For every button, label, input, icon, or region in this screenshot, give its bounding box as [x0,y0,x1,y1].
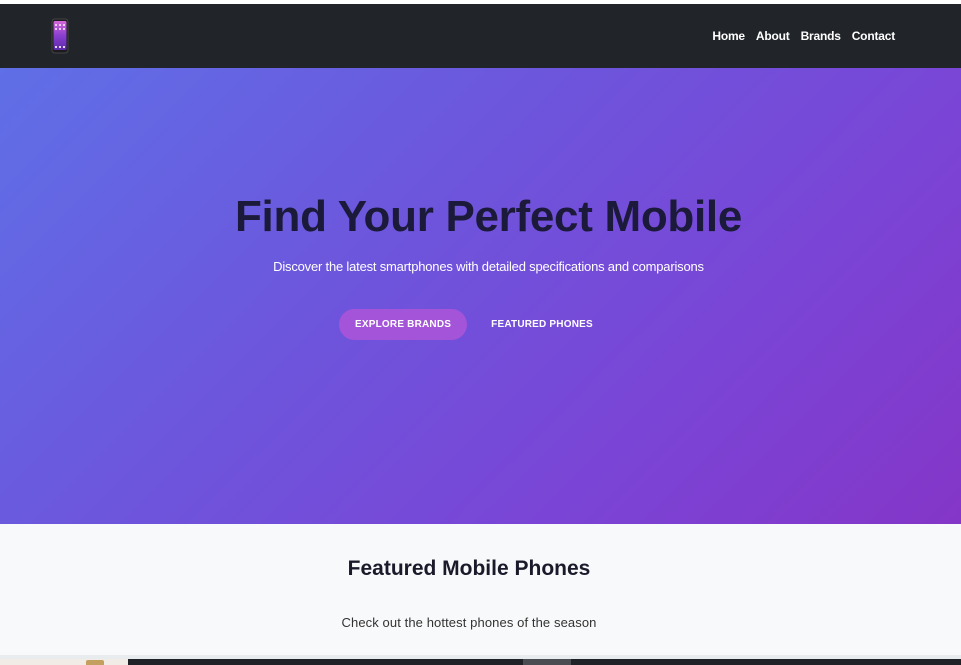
hero-subtitle: Discover the latest smartphones with det… [273,259,704,274]
nav-link-about[interactable]: About [756,29,790,43]
hero-title: Find Your Perfect Mobile [234,192,742,241]
hero-actions: EXPLORE BRANDS FEATURED PHONES [339,309,593,340]
navbar: Home About Brands Contact [0,4,961,68]
featured-section: Featured Mobile Phones Check out the hot… [0,524,961,655]
featured-phones-button[interactable]: FEATURED PHONES [467,309,593,340]
nav-link-contact[interactable]: Contact [852,29,895,43]
phone-logo-icon[interactable] [51,18,69,54]
nav-link-home[interactable]: Home [712,29,745,43]
explore-brands-button[interactable]: EXPLORE BRANDS [339,309,468,340]
nav-links: Home About Brands Contact [712,29,895,43]
phone-image-icon [86,660,104,665]
phone-card-image[interactable] [523,659,571,665]
phone-card-image[interactable] [0,659,128,665]
hero-section: Find Your Perfect Mobile Discover the la… [0,68,961,524]
featured-title: Featured Mobile Phones [347,557,591,580]
phone-card-image[interactable] [571,659,961,665]
featured-subtitle: Check out the hottest phones of the seas… [341,615,597,630]
phone-card-image[interactable] [128,659,523,665]
nav-link-brands[interactable]: Brands [801,29,841,43]
